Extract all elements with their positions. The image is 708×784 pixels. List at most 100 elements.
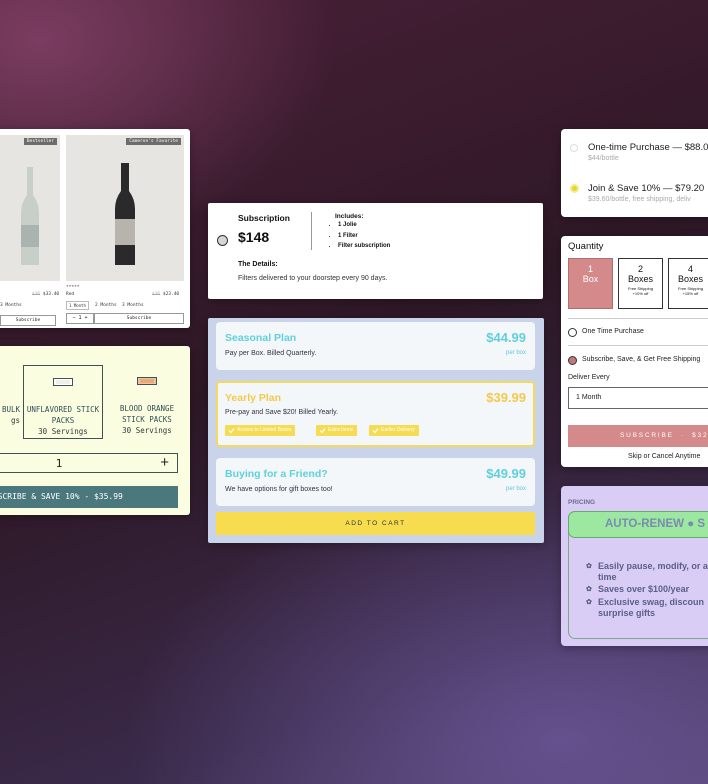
auto-renew-tail: S [697,518,706,530]
include-item: 1 Jolie [338,220,390,231]
quantity-title: Quantity [568,241,604,252]
plan-title: Seasonal Plan [225,332,297,344]
feature-item: ✿ Easily pause, modify, or any time [586,561,708,583]
plans-card: Seasonal Plan Pay per Box. Billed Quarte… [208,318,544,543]
add-to-cart-button[interactable]: ADD TO CART [216,512,535,535]
minus-icon[interactable]: − [72,315,75,321]
subscription-radio[interactable] [217,235,228,246]
wine-product-image-white[interactable]: Bestseller [0,135,60,281]
quantity-field[interactable]: 1 + [0,453,178,473]
wine-product-image-red[interactable]: Cameron's Favorite [66,135,184,281]
plan-title: Yearly Plan [225,392,282,404]
plan-unit: per box [505,486,526,492]
qty-box-number: 1 [587,264,593,274]
qty-box-note: Free Shipping +10% off [628,286,653,296]
deliver-select[interactable]: 1 Month [568,387,708,409]
stick-pack-card: BULK gs UNFLAVORED STICK PACKS 30 Servin… [0,346,190,515]
divider [568,345,708,346]
quantity-card: Quantity 1 Box 2 Boxes Free Shipping +10… [561,236,708,467]
plan-yearly[interactable]: Yearly Plan Pre-pay and Save $20! Billed… [216,381,535,447]
option-blood-orange-text: BLOOD ORANGE STICK PACKS 30 Servings [107,403,187,436]
tag-limited-boxes: Access to Limited Boxes [225,425,296,436]
subscribe-button[interactable]: SUBSCRIBE · $32.40 [568,425,708,447]
qty-box-4[interactable]: 4 Boxes Free Shipping +15% off [668,258,708,309]
option-blood-orange-line1: BLOOD ORANGE [119,404,175,413]
qty-box-unit: Box [582,274,599,284]
subscribe-button[interactable]: Subscribe [94,313,184,324]
tag-label: Access to Limited Boxes [237,427,292,433]
one-time-label[interactable]: One Time Purchase [582,328,644,335]
qty-value: 1 [78,315,82,321]
plan-gift[interactable]: Buying for a Friend? We have options for… [216,458,535,506]
plus-icon[interactable]: + [160,454,169,471]
subscribe-radio-selected[interactable] [568,356,577,365]
qty-box-1-selected[interactable]: 1 Box [568,258,613,309]
subscribe-label[interactable]: Subscribe, Save, & Get Free Shipping [582,356,700,363]
qty-box-number: 2 [637,264,643,274]
qty-box-note: Free Shipping +15% off [678,286,703,296]
feature-text: Saves over $100/year [598,584,690,594]
one-time-sub: $44/bottle [588,155,619,162]
white-wine-bottle-icon [21,167,39,265]
option-blood-orange-servings: 30 Servings [122,426,172,435]
pricing-label: PRICING [568,499,596,506]
qty-box-number: 4 [687,264,693,274]
option-unflavored-servings: 30 Servings [38,427,88,436]
chip-1-month[interactable]: 1 Month [66,301,89,310]
subscription-card[interactable]: Subscription $148 Includes: 1 Jolie 1 Fi… [208,203,543,299]
plan-price: $44.99 [486,330,526,345]
option-blood-orange-line2: STICK PACKS [122,415,172,424]
plan-desc: We have options for gift boxes too! [225,486,333,493]
option-bulk-label: BULK [1,405,20,414]
auto-renew-label: AUTO-RENEW ● S [605,518,705,530]
check-icon [372,428,379,434]
plan-desc: Pay per Box. Billed Quarterly. [225,350,317,357]
plus-icon[interactable]: + [85,315,88,321]
star-icon: ✿ [586,563,592,570]
details-text: Filters delivered to your doorstep every… [238,275,388,282]
option-unflavored-line1: UNFLAVORED STICK [26,405,100,414]
blood-orange-stick-icon [137,377,157,385]
qty-box-2[interactable]: 2 Boxes Free Shipping +10% off [618,258,663,309]
option-bulk-servings: gs [10,416,20,425]
chip-3-months[interactable]: 3 Months [122,303,144,308]
months-chip[interactable]: 3 Months [0,303,22,308]
join-save-sub: $39.60/bottle, free shipping, deliv [588,196,691,203]
tag-earlier-delivery: Earlier Delivery [369,425,419,436]
one-time-label[interactable]: One-time Purchase — $88.0 [588,142,708,153]
wine-products-card: Bestseller $36 $33.40 3 Months Subscribe… [0,129,190,328]
divider [568,318,708,319]
price: $23.40 [162,292,180,297]
one-time-radio[interactable] [568,328,577,337]
plan-desc: Pre-pay and Save $20! Billed Yearly. [225,409,339,416]
subscribe-button[interactable]: Subscribe [0,315,56,326]
wine-rating-stars: ★★★★★ [66,284,80,289]
auto-renew-text: AUTO-RENEW [605,518,685,530]
subscription-price: $148 [238,229,270,245]
wine-name: Red [66,292,75,297]
star-icon: ✿ [586,599,592,606]
option-blood-orange[interactable]: BLOOD ORANGE STICK PACKS 30 Servings [107,365,187,439]
deliver-value: 1 Month [576,394,602,401]
wine-price-row: $36 $33.40 [32,292,59,297]
pricing-plan-box[interactable]: AUTO-RENEW ● S ✿ Easily pause, modify, or… [568,511,708,639]
feature-text: Easily pause, modify, or any time [598,561,708,582]
deliver-label: Deliver Every [568,374,610,381]
join-save-label[interactable]: Join & Save 10% — $79.20 [588,183,704,194]
chip-2-months[interactable]: 2 Months [95,303,117,308]
join-save-radio-selected[interactable] [570,184,579,193]
quantity-stepper[interactable]: − 1 + [66,313,94,324]
unflavored-stick-icon [53,378,73,386]
star-icon: ✿ [586,586,592,593]
tag-extra-items: Extra Items [316,425,358,436]
include-item: 1 Filter [338,231,390,242]
subscribe-save-button[interactable]: UBSCRIBE & SAVE 10% - $35.99 [0,486,178,508]
include-item: Filter subscription [338,241,390,252]
plan-seasonal[interactable]: Seasonal Plan Pay per Box. Billed Quarte… [216,322,535,370]
option-unflavored-selected[interactable]: UNFLAVORED STICK PACKS 30 Servings [23,365,103,439]
option-unflavored-line2: PACKS [51,416,75,425]
one-time-radio[interactable] [570,144,578,152]
tag-label: Earlier Delivery [381,427,415,433]
details-title: The Details: [238,261,278,268]
option-bulk[interactable]: BULK gs [0,404,20,426]
